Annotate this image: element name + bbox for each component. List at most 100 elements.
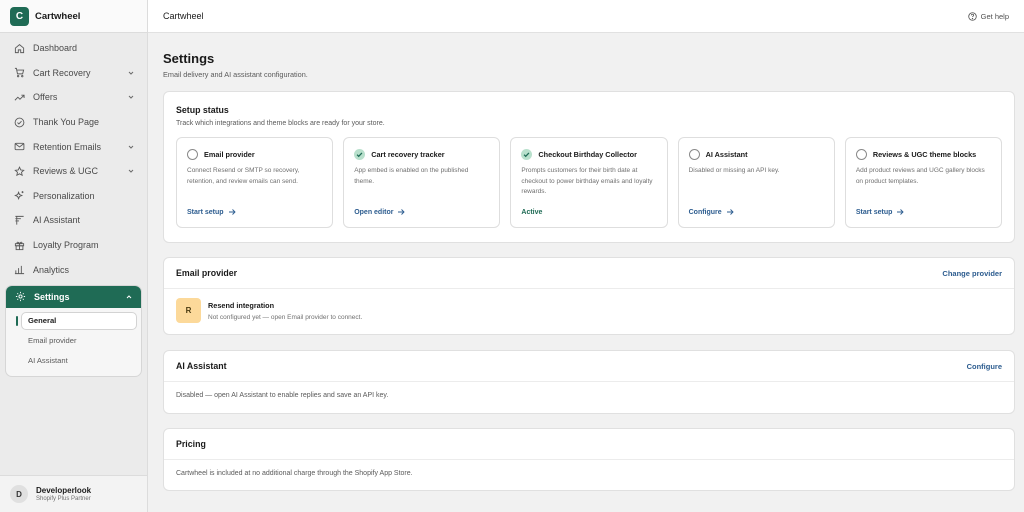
- incomplete-circle-icon: [187, 149, 198, 160]
- tile-title: Cart recovery tracker: [371, 150, 445, 159]
- arrow-right-icon: [397, 208, 406, 216]
- trend-icon: [14, 92, 25, 103]
- sidebar-item-cart-recovery[interactable]: Cart Recovery: [0, 61, 147, 86]
- sidebar-item-dashboard[interactable]: Dashboard: [0, 36, 147, 61]
- pricing-card: Pricing Cartwheel is included at no addi…: [163, 428, 1015, 491]
- tile-head: Reviews & UGC theme blocks: [855, 149, 991, 160]
- sidebar-item-label: Personalization: [33, 190, 95, 201]
- arrow-right-icon: [896, 208, 905, 216]
- sidebar-item-offers[interactable]: Offers: [0, 85, 147, 110]
- star-icon: [14, 165, 25, 177]
- arrow-right-icon: [228, 208, 236, 216]
- tile-description: App embed is enabled on the published th…: [354, 167, 469, 185]
- incomplete-circle-icon: [855, 149, 867, 160]
- ai-assistant-card: AI Assistant Configure Disabled — open A…: [163, 350, 1015, 414]
- setup-status-subtitle: Track which integrations and theme block…: [176, 120, 385, 127]
- gift-icon: [14, 240, 25, 251]
- tile-description: Disabled or missing an API key.: [688, 167, 780, 174]
- user-text: Developerlook Shopify Plus Partner: [36, 486, 91, 502]
- tile-head: Cart recovery tracker: [354, 149, 489, 160]
- sidebar-item-label: Reviews & UGC: [33, 166, 99, 177]
- tile-link-label: Start setup: [855, 208, 893, 216]
- page-subtitle: Email delivery and AI assistant configur…: [163, 70, 308, 79]
- integration-text: Resend integration Not configured yet — …: [208, 301, 362, 321]
- tile-title: AI Assistant: [705, 150, 748, 159]
- checkmark-icon: [521, 149, 533, 160]
- open-editor-link[interactable]: Open editor: [354, 208, 406, 216]
- integration-title: Resend integration: [208, 300, 275, 310]
- sidebar-item-reviews-ugc[interactable]: Reviews & UGC: [0, 159, 147, 184]
- chevron-down-icon[interactable]: [127, 93, 135, 101]
- setup-tile-cart-recovery-tracker: Cart recovery tracker App embed is enabl…: [343, 137, 501, 228]
- email-provider-title: Email provider: [176, 268, 238, 278]
- email-provider-card: Email provider Change provider R Resend …: [163, 257, 1015, 335]
- brand-name: Cartwheel: [35, 10, 81, 22]
- arrow-right-icon: [726, 208, 734, 216]
- chevron-down-icon[interactable]: [127, 143, 135, 151]
- tile-description: Prompts customers for their birth date a…: [521, 167, 653, 195]
- sidebar-subitem-email-provider[interactable]: Email provider: [6, 332, 141, 350]
- page-title: Settings: [163, 51, 215, 66]
- brand-logo: C: [10, 6, 29, 26]
- tile-link-label: Start setup: [187, 208, 224, 216]
- tile-title: Email provider: [204, 150, 255, 159]
- chevron-down-icon[interactable]: [127, 167, 135, 175]
- sidebar-item-personalization[interactable]: Personalization: [0, 184, 147, 209]
- setup-tile-reviews-ugc: Reviews & UGC theme blocks Add product r…: [844, 137, 1003, 228]
- check-circle-icon: [14, 117, 25, 128]
- sidebar-subitem-ai-assistant[interactable]: AI Assistant: [6, 352, 141, 370]
- configure-ai-link[interactable]: Configure: [689, 208, 734, 216]
- sidebar-item-ai-assistant[interactable]: AI Assistant: [0, 208, 147, 233]
- pricing-text: Cartwheel is included at no additional c…: [176, 470, 413, 477]
- sidebar-item-settings[interactable]: Settings: [6, 285, 141, 308]
- tile-link-label: Configure: [688, 208, 722, 216]
- sidebar-subitem-general[interactable]: General: [16, 311, 137, 330]
- start-setup-reviews-link[interactable]: Start setup: [856, 208, 905, 216]
- chevron-down-icon[interactable]: [127, 69, 135, 77]
- ai-icon: [14, 215, 25, 226]
- setup-tiles: Email provider Connect Resend or SMTP so…: [176, 137, 1003, 228]
- user-role: Shopify Plus Partner: [36, 496, 91, 502]
- ai-assistant-status: Disabled — open AI Assistant to enable r…: [176, 392, 389, 399]
- get-help-button[interactable]: Get help: [967, 11, 1009, 21]
- brand[interactable]: C Cartwheel: [0, 0, 147, 33]
- sidebar-item-retention-emails[interactable]: Retention Emails: [0, 134, 147, 159]
- tile-head: AI Assistant: [688, 149, 824, 160]
- bar-chart-icon: [14, 264, 25, 275]
- cart-icon: [14, 67, 25, 78]
- sidebar-item-loyalty-program[interactable]: Loyalty Program: [0, 233, 147, 258]
- help-circle-icon: [967, 11, 977, 21]
- configure-link[interactable]: Configure: [967, 362, 1002, 371]
- setup-status-card: Setup status Track which integrations an…: [163, 91, 1015, 243]
- sparkle-icon: [14, 190, 25, 201]
- ai-assistant-title: AI Assistant: [176, 361, 227, 371]
- setup-tile-email-provider: Email provider Connect Resend or SMTP so…: [176, 137, 334, 228]
- sidebar-item-label: Offers: [33, 92, 58, 103]
- tile-title: Reviews & UGC theme blocks: [872, 150, 977, 159]
- sidebar-item-thank-you-page[interactable]: Thank You Page: [0, 110, 147, 135]
- user-account[interactable]: D Developerlook Shopify Plus Partner: [0, 475, 147, 512]
- setup-status-title: Setup status: [176, 105, 229, 115]
- status-badge: Active: [521, 209, 543, 216]
- settings-group: Settings General Email provider AI Assis…: [5, 284, 142, 377]
- tile-head: Email provider: [187, 149, 322, 160]
- settings-submenu: General Email provider AI Assistant: [6, 308, 141, 376]
- sidebar-item-label: Cart Recovery: [33, 67, 91, 78]
- sidebar-item-label: Analytics: [33, 264, 70, 275]
- gear-icon: [15, 291, 26, 302]
- tile-head: Checkout Birthday Collector: [521, 149, 656, 160]
- get-help-label: Get help: [980, 11, 1009, 21]
- sidebar-item-label: AI Assistant: [33, 215, 81, 226]
- avatar: D: [10, 485, 28, 503]
- chevron-up-icon[interactable]: [125, 293, 133, 301]
- ai-assistant-header: AI Assistant Configure: [164, 351, 1014, 382]
- change-provider-link[interactable]: Change provider: [942, 269, 1002, 278]
- sidebar-item-analytics[interactable]: Analytics: [0, 257, 147, 282]
- start-setup-email-link[interactable]: Start setup: [187, 208, 236, 216]
- incomplete-circle-icon: [688, 149, 700, 160]
- sidebar-item-label: Dashboard: [33, 43, 78, 54]
- resend-integration-row: R Resend integration Not configured yet …: [164, 289, 1014, 323]
- tile-link-label: Open editor: [354, 208, 394, 216]
- top-bar: Cartwheel Get help: [148, 0, 1024, 33]
- setup-tile-checkout-birthday-collector: Checkout Birthday Collector Prompts cust…: [510, 137, 668, 228]
